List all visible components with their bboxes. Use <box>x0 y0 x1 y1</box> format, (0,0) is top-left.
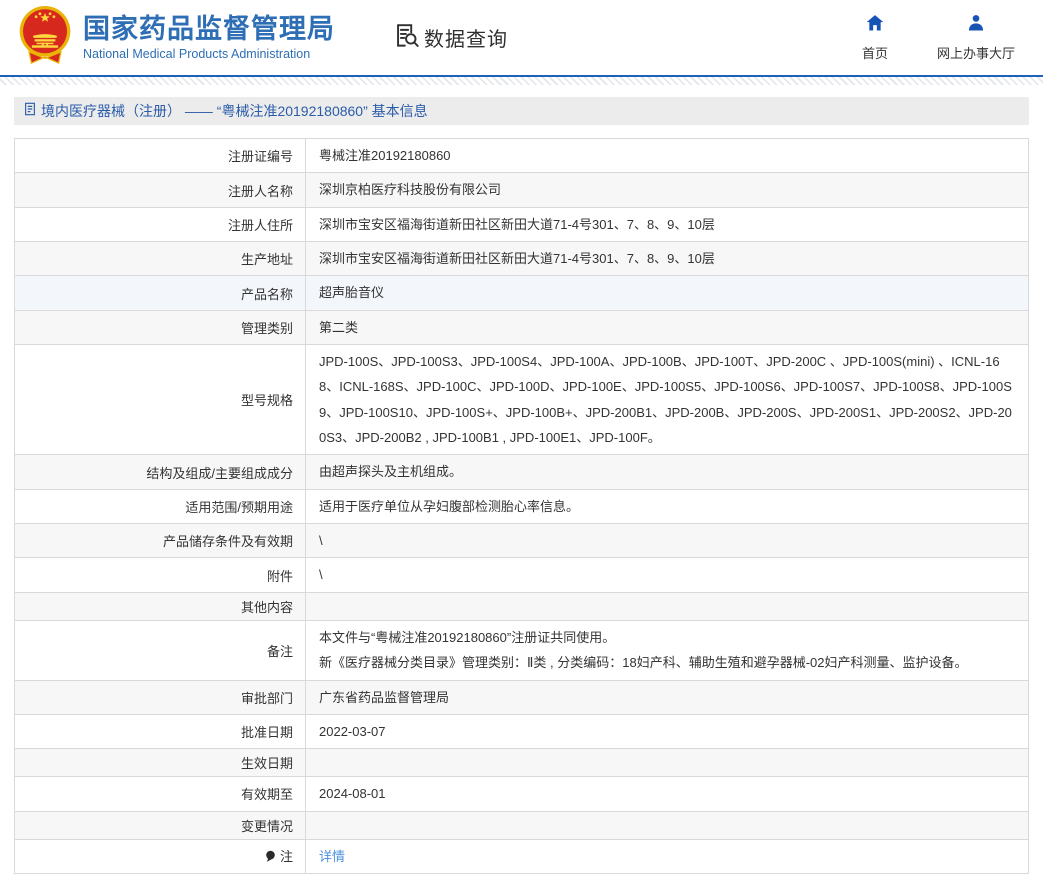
row-value: 深圳市宝安区福海街道新田社区新田大道71-4号301、7、8、9、10层 <box>319 217 715 232</box>
row-label: 产品名称 <box>241 287 293 302</box>
document-icon <box>23 102 37 121</box>
table-row: 审批部门 广东省药品监督管理局 <box>15 680 1029 714</box>
table-row: 适用范围/预期用途 适用于医疗单位从孕妇腹部检测胎心率信息。 <box>15 489 1029 523</box>
table-row: 批准日期 2022-03-07 <box>15 714 1029 748</box>
table-row: 有效期至 2024-08-01 <box>15 777 1029 811</box>
row-value: 超声胎音仪 <box>319 285 384 300</box>
home-icon <box>865 13 885 38</box>
table-row: 产品储存条件及有效期 \ <box>15 524 1029 558</box>
row-label: 产品储存条件及有效期 <box>163 534 293 549</box>
document-search-icon <box>393 22 420 54</box>
table-row: 其他内容 <box>15 592 1029 620</box>
row-value-line: 新《医疗器械分类目录》管理类别：Ⅱ类 , 分类编码：18妇产科、辅助生殖和避孕器… <box>319 650 1018 675</box>
row-label: 批准日期 <box>241 725 293 740</box>
national-emblem-icon <box>16 5 74 70</box>
table-row: 注 详情 <box>15 839 1029 873</box>
row-value: 适用于医疗单位从孕妇腹部检测胎心率信息。 <box>319 499 579 514</box>
person-icon <box>966 13 986 38</box>
row-value: 2024-08-01 <box>319 786 386 801</box>
row-label: 其他内容 <box>241 600 293 615</box>
registration-info: 注册证编号粤械注准20192180860注册人名称深圳京柏医疗科技股份有限公司注… <box>14 138 1029 874</box>
nav-label: 网上办事大厅 <box>937 43 1015 62</box>
row-value: JPD-100S、JPD-100S3、JPD-100S4、JPD-100A、JP… <box>319 354 1012 445</box>
note-balloon-icon <box>264 849 277 866</box>
row-label: 结构及组成/主要组成成分 <box>146 466 293 481</box>
table-row: 注册人名称 深圳京柏医疗科技股份有限公司 <box>15 173 1029 207</box>
table-row: 注册人住所 深圳市宝安区福海街道新田社区新田大道71-4号301、7、8、9、10… <box>15 207 1029 241</box>
table-row: 注册证编号 粤械注准20192180860 <box>15 139 1029 173</box>
row-label: 有效期至 <box>241 787 293 802</box>
row-value: 广东省药品监督管理局 <box>319 690 449 705</box>
table-row: 备注 本文件与“粤械注准20192180860”注册证共同使用。新《医疗器械分类目… <box>15 620 1029 680</box>
info-table: 注册证编号粤械注准20192180860注册人名称深圳京柏医疗科技股份有限公司注… <box>14 138 1029 874</box>
row-label: 审批部门 <box>241 691 293 706</box>
row-value: 深圳市宝安区福海街道新田社区新田大道71-4号301、7、8、9、10层 <box>319 251 715 266</box>
table-row: 型号规格 JPD-100S、JPD-100S3、JPD-100S4、JPD-100… <box>15 345 1029 455</box>
table-row: 管理类别 第二类 <box>15 310 1029 344</box>
nav-item-service-hall[interactable]: 网上办事大厅 <box>937 13 1015 62</box>
table-row: 生效日期 <box>15 749 1029 777</box>
row-value: 深圳京柏医疗科技股份有限公司 <box>319 182 501 197</box>
page-title-bar: 境内医疗器械（注册） —— “粤械注准20192180860” 基本信息 <box>14 97 1029 125</box>
row-label: 管理类别 <box>241 321 293 336</box>
detail-link[interactable]: 详情 <box>319 849 345 864</box>
hatched-divider <box>0 77 1043 85</box>
row-label: 变更情况 <box>241 819 293 834</box>
org-name-en: National Medical Products Administration <box>83 47 335 61</box>
row-value: 第二类 <box>319 320 358 335</box>
org-names: 国家药品监督管理局 National Medical Products Admi… <box>83 14 335 61</box>
org-name-cn: 国家药品监督管理局 <box>83 14 335 45</box>
row-label: 注 <box>280 849 293 864</box>
row-label: 型号规格 <box>241 393 293 408</box>
row-label: 注册人住所 <box>228 218 293 233</box>
row-value: 2022-03-07 <box>319 724 386 739</box>
info-table-body: 注册证编号粤械注准20192180860注册人名称深圳京柏医疗科技股份有限公司注… <box>15 139 1029 874</box>
row-value: \ <box>319 533 323 548</box>
page-title: 境内医疗器械（注册） —— “粤械注准20192180860” 基本信息 <box>41 101 428 121</box>
nav-label: 首页 <box>862 43 888 62</box>
table-row: 生产地址 深圳市宝安区福海街道新田社区新田大道71-4号301、7、8、9、10层 <box>15 242 1029 276</box>
table-row: 变更情况 <box>15 811 1029 839</box>
row-label: 生产地址 <box>241 252 293 267</box>
row-label: 生效日期 <box>241 756 293 771</box>
site-logo[interactable]: 国家药品监督管理局 National Medical Products Admi… <box>16 5 335 70</box>
row-label: 注册人名称 <box>228 184 293 199</box>
row-value: 由超声探头及主机组成。 <box>319 464 462 479</box>
data-query-entry[interactable]: 数据查询 <box>393 22 508 54</box>
row-label: 备注 <box>267 644 293 659</box>
row-value-line: 本文件与“粤械注准20192180860”注册证共同使用。 <box>319 625 1018 650</box>
table-row: 附件 \ <box>15 558 1029 592</box>
row-label: 注册证编号 <box>228 149 293 164</box>
row-label: 附件 <box>267 569 293 584</box>
site-header: 国家药品监督管理局 National Medical Products Admi… <box>0 0 1043 77</box>
header-nav: 首页 网上办事大厅 <box>855 13 1015 62</box>
nav-item-home[interactable]: 首页 <box>855 13 895 62</box>
row-value: 粤械注准20192180860 <box>319 148 451 163</box>
row-value: \ <box>319 567 323 582</box>
data-query-label: 数据查询 <box>424 23 508 52</box>
row-label: 适用范围/预期用途 <box>185 500 293 515</box>
table-row: 产品名称 超声胎音仪 <box>15 276 1029 310</box>
table-row: 结构及组成/主要组成成分 由超声探头及主机组成。 <box>15 455 1029 489</box>
